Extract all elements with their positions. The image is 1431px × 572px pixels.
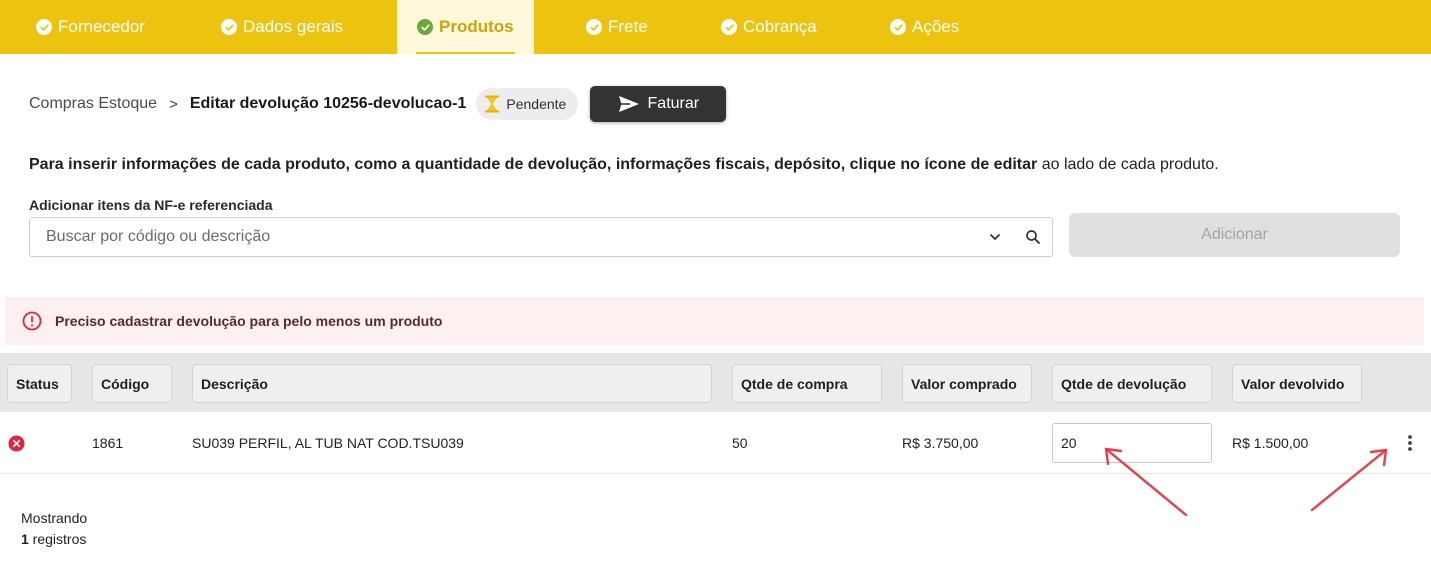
- more-vertical-icon: [1408, 435, 1412, 451]
- step-produtos[interactable]: Produtos: [397, 0, 534, 54]
- instructions-text: Para inserir informações de cada produto…: [29, 156, 1219, 174]
- page-title: Editar devolução 10256-devolucao-1: [189, 95, 467, 112]
- error-alert: Preciso cadastrar devolução para pelo me…: [5, 297, 1424, 345]
- showing-label: Mostrando: [21, 510, 88, 526]
- check-icon: [36, 19, 52, 35]
- column-valor-comprado[interactable]: Valor comprado: [902, 364, 1032, 403]
- breadcrumb-root[interactable]: Compras Estoque: [29, 95, 157, 113]
- row-qtde-compra: 50: [732, 435, 748, 451]
- record-count: 1 registros: [21, 529, 87, 550]
- step-label: Produtos: [439, 17, 514, 36]
- step-label: Fornecedor: [58, 17, 145, 36]
- table-header: Status Código Descrição Qtde de compra V…: [0, 353, 1431, 412]
- hourglass-icon: [485, 95, 500, 113]
- step-fornecedor[interactable]: Fornecedor: [36, 0, 145, 54]
- check-icon: [890, 19, 906, 35]
- step-label: Cobrança: [743, 17, 817, 36]
- add-button[interactable]: Adicionar: [1069, 213, 1400, 257]
- search-icon[interactable]: [1014, 218, 1052, 256]
- column-qtde-devolucao[interactable]: Qtde de devolução: [1052, 364, 1212, 403]
- check-icon: [417, 19, 433, 35]
- column-valor-devolvido[interactable]: Valor devolvido: [1232, 364, 1362, 403]
- alert-circle-icon: [22, 311, 42, 331]
- nfe-search-label: Adicionar itens da NF-e referenciada: [29, 197, 273, 213]
- row-valor-comprado: R$ 3.750,00: [902, 435, 979, 451]
- table-footer: Mostrando 1 registros: [21, 508, 87, 550]
- row-actions-menu-button[interactable]: [1398, 431, 1422, 455]
- row-status: [8, 412, 25, 474]
- nfe-search-combobox[interactable]: [29, 217, 1053, 257]
- record-count-suffix: registros: [28, 531, 87, 547]
- checkout-stepper: Fornecedor Dados gerais Produtos Frete C…: [0, 0, 1431, 54]
- column-status[interactable]: Status: [7, 364, 72, 403]
- step-cobranca[interactable]: Cobrança: [721, 0, 817, 54]
- table-row: 1861 SU039 PERFIL, AL TUB NAT COD.TSU039…: [0, 412, 1431, 474]
- step-frete[interactable]: Frete: [586, 0, 648, 54]
- error-status-icon: [8, 434, 25, 452]
- page-header: Compras Estoque > Editar devolução 10256…: [29, 86, 727, 122]
- alert-message: Preciso cadastrar devolução para pelo me…: [55, 313, 443, 329]
- check-icon: [721, 19, 737, 35]
- status-badge-label: Pendente: [506, 96, 567, 112]
- step-label: Frete: [608, 17, 648, 36]
- instructions-bold: Para inserir informações de cada produto…: [29, 156, 1038, 173]
- check-icon: [221, 19, 237, 35]
- step-label: Dados gerais: [243, 17, 344, 36]
- column-qtde-compra[interactable]: Qtde de compra: [732, 364, 882, 403]
- status-badge: Pendente: [476, 88, 579, 120]
- row-codigo: 1861: [92, 435, 124, 451]
- send-icon: [618, 96, 639, 112]
- record-count-number: 1: [21, 531, 29, 547]
- faturar-button[interactable]: Faturar: [590, 86, 727, 122]
- step-acoes[interactable]: Ações: [890, 0, 959, 54]
- faturar-button-label: Faturar: [647, 95, 700, 112]
- check-icon: [586, 19, 602, 35]
- column-codigo[interactable]: Código: [92, 364, 172, 403]
- instructions-rest: ao lado de cada produto.: [1037, 156, 1219, 173]
- qtde-devolucao-input[interactable]: [1052, 423, 1212, 463]
- breadcrumb-separator: >: [169, 95, 178, 113]
- step-dados-gerais[interactable]: Dados gerais: [221, 0, 343, 54]
- row-valor-devolvido: R$ 1.500,00: [1232, 435, 1309, 451]
- column-descricao[interactable]: Descrição: [192, 364, 712, 403]
- step-label: Ações: [912, 17, 960, 36]
- nfe-search-input[interactable]: [30, 218, 976, 256]
- chevron-down-icon[interactable]: [976, 218, 1014, 256]
- row-descricao: SU039 PERFIL, AL TUB NAT COD.TSU039: [192, 435, 464, 451]
